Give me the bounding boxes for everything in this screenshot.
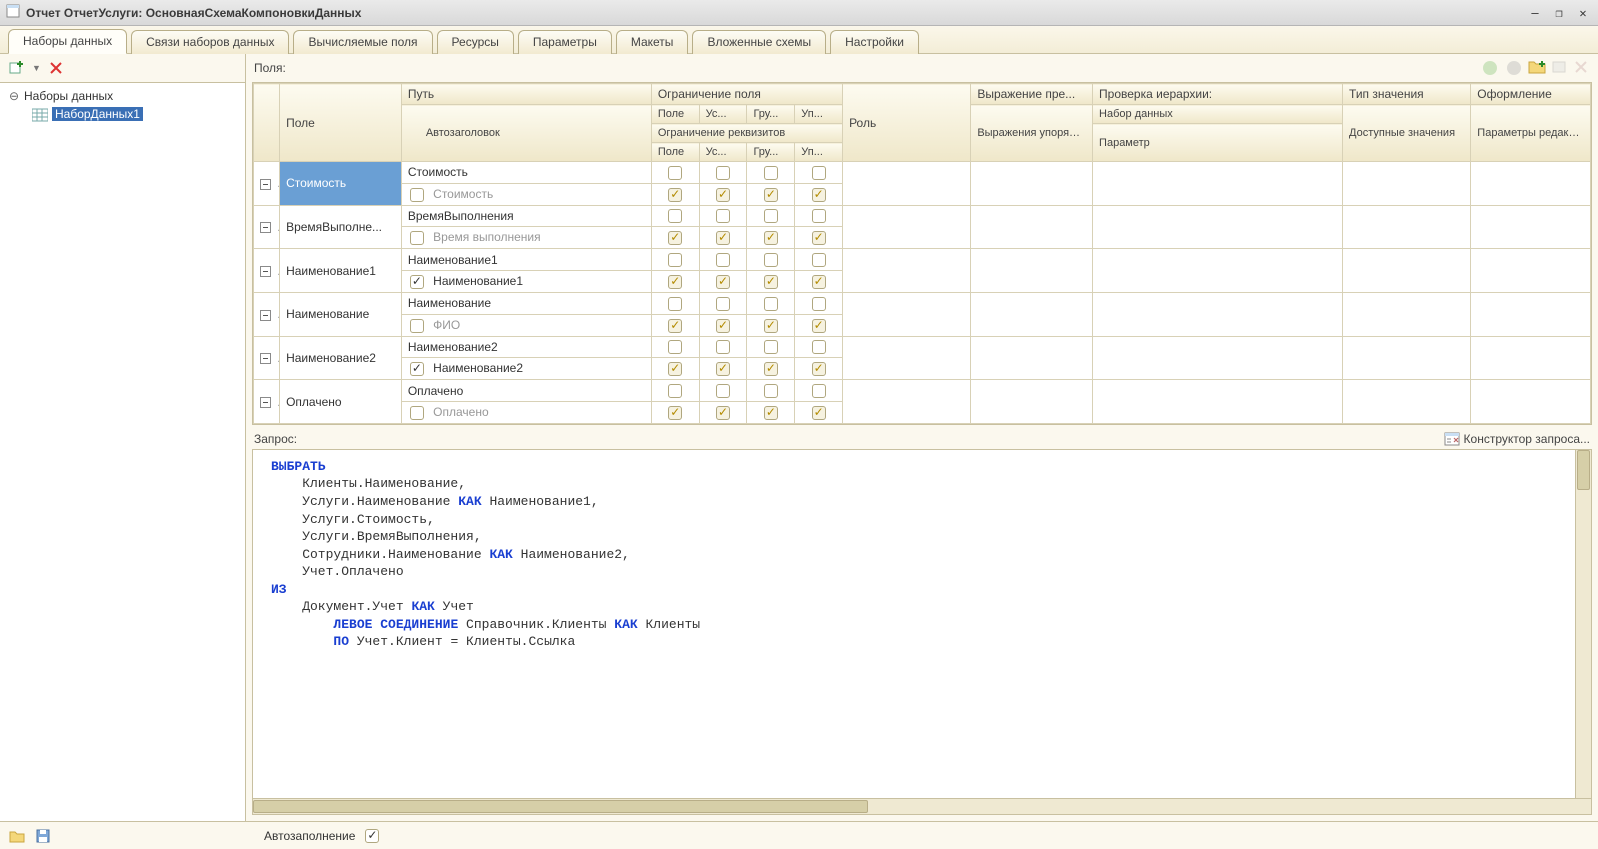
row-expander[interactable] — [260, 222, 271, 233]
table-row[interactable]: Наименование2Наименование2 — [254, 336, 1591, 358]
hdr-editparams[interactable]: Параметры редактирования — [1471, 105, 1591, 162]
delete-dataset-button[interactable] — [47, 59, 65, 77]
save-icon[interactable] — [34, 827, 52, 845]
hdr-avail[interactable]: Доступные значения — [1343, 105, 1471, 162]
tab-5[interactable]: Макеты — [616, 30, 689, 54]
hdr-field[interactable]: Поле — [280, 84, 402, 162]
tab-1[interactable]: Связи наборов данных — [131, 30, 289, 54]
row-expander[interactable] — [260, 397, 271, 408]
tree-root[interactable]: ⊖ Наборы данных — [6, 87, 239, 105]
dropdown-icon[interactable]: ▼ — [32, 63, 41, 73]
tree-root-label: Наборы данных — [24, 89, 113, 103]
action-delete-button[interactable] — [1572, 58, 1590, 76]
hdr-s0b[interactable]: Поле — [651, 143, 699, 162]
tree-item-label: НаборДанных1 — [52, 107, 143, 121]
hdr-s1[interactable]: Ус... — [699, 105, 747, 124]
hdr-format[interactable]: Оформление — [1471, 84, 1591, 105]
tabbar: Наборы данныхСвязи наборов данныхВычисля… — [0, 26, 1598, 54]
hdr-restrict-field[interactable]: Ограничение поля — [651, 84, 842, 105]
hdr-expr[interactable]: Выражение пре... — [971, 84, 1093, 105]
hdr-hier[interactable]: Проверка иерархии: — [1093, 84, 1343, 105]
hdr-s1b[interactable]: Ус... — [699, 143, 747, 162]
tab-7[interactable]: Настройки — [830, 30, 919, 54]
row-expander[interactable] — [260, 310, 271, 321]
window-title: Отчет ОтчетУслуги: ОсновнаяСхемаКомпонов… — [26, 6, 1526, 20]
close-button[interactable]: ✕ — [1574, 5, 1592, 21]
restore-button[interactable]: ❐ — [1550, 5, 1568, 21]
fields-grid[interactable]: Поле Путь Ограничение поля Роль Выражени… — [252, 82, 1592, 425]
minimize-button[interactable]: — — [1526, 5, 1544, 21]
titlebar: Отчет ОтчетУслуги: ОсновнаяСхемаКомпонов… — [0, 0, 1598, 26]
hdr-type[interactable]: Тип значения — [1343, 84, 1471, 105]
query-constructor-label: Конструктор запроса... — [1464, 432, 1590, 446]
table-row[interactable]: НаименованиеНаименование — [254, 292, 1591, 314]
row-expander[interactable] — [260, 353, 271, 364]
collapse-icon[interactable]: ⊖ — [8, 89, 20, 103]
hdr-s2b[interactable]: Гру... — [747, 143, 795, 162]
query-code[interactable]: ВЫБРАТЬ Клиенты.Наименование, Услуги.Наи… — [253, 450, 1575, 798]
query-label: Запрос: — [254, 432, 1436, 446]
add-dataset-button[interactable] — [8, 59, 26, 77]
add-folder-button[interactable] — [1528, 58, 1546, 76]
hdr-s3[interactable]: Уп... — [795, 105, 843, 124]
hdr-s0[interactable]: Поле — [651, 105, 699, 124]
row-expander[interactable] — [260, 266, 271, 277]
tree-item-dataset1[interactable]: НаборДанных1 — [6, 105, 239, 124]
tab-6[interactable]: Вложенные схемы — [692, 30, 826, 54]
dataset-tree: ⊖ Наборы данных НаборДанных1 — [0, 82, 245, 821]
hdr-dataset[interactable]: Набор данных — [1093, 105, 1343, 124]
dataset-icon — [32, 107, 48, 122]
tab-2[interactable]: Вычисляемые поля — [293, 30, 432, 54]
hdr-restrict-req[interactable]: Ограничение реквизитов — [651, 124, 842, 143]
action-icon-2[interactable] — [1504, 58, 1524, 78]
hdr-order[interactable]: Выражения упорядочивания — [971, 105, 1093, 162]
table-row[interactable]: СтоимостьСтоимость — [254, 162, 1591, 184]
hdr-param[interactable]: Параметр — [1093, 124, 1343, 162]
autofill-checkbox[interactable] — [365, 829, 379, 843]
query-constructor-button[interactable]: Конструктор запроса... — [1444, 431, 1590, 447]
table-row[interactable]: ВремяВыполне...ВремяВыполнения — [254, 205, 1591, 227]
vertical-scrollbar[interactable] — [1575, 450, 1591, 798]
left-pane: ▼ ⊖ Наборы данных НаборДанных1 — [0, 54, 246, 821]
app-icon — [6, 4, 20, 21]
hdr-path[interactable]: Путь — [401, 84, 651, 105]
autofill-label: Автозаполнение — [264, 829, 355, 843]
fields-label: Поля: — [254, 61, 1480, 75]
hdr-s3b[interactable]: Уп... — [795, 143, 843, 162]
right-pane: Поля: Поле Путь — [246, 54, 1598, 821]
tab-4[interactable]: Параметры — [518, 30, 612, 54]
tab-3[interactable]: Ресурсы — [437, 30, 514, 54]
table-row[interactable]: ОплаченоОплачено — [254, 380, 1591, 402]
tab-0[interactable]: Наборы данных — [8, 29, 127, 54]
query-editor[interactable]: ВЫБРАТЬ Клиенты.Наименование, Услуги.Наи… — [252, 449, 1592, 799]
hdr-role[interactable]: Роль — [843, 84, 971, 162]
horizontal-scrollbar[interactable] — [252, 799, 1592, 815]
open-icon[interactable] — [8, 827, 26, 845]
statusbar: Автозаполнение — [0, 821, 1598, 849]
action-icon-3[interactable] — [1550, 58, 1568, 76]
table-row[interactable]: Наименование1Наименование1 — [254, 249, 1591, 271]
hdr-s2[interactable]: Гру... — [747, 105, 795, 124]
action-icon-1[interactable] — [1480, 58, 1500, 78]
hdr-autocap[interactable]: Автозаголовок — [401, 105, 651, 162]
row-expander[interactable] — [260, 179, 271, 190]
